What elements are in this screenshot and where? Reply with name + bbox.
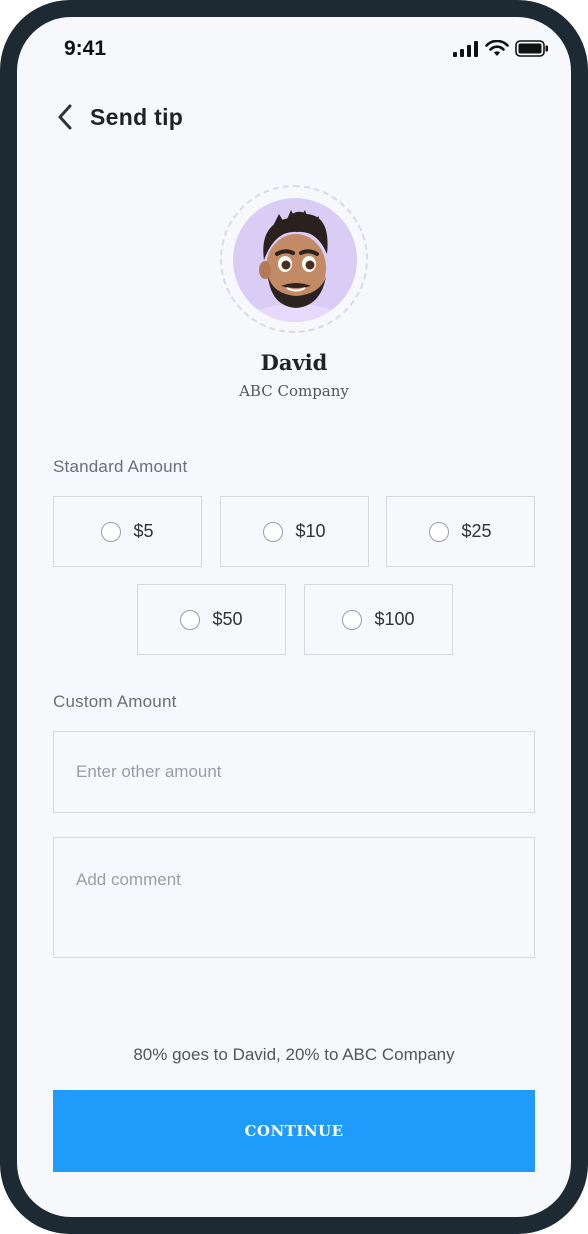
radio-icon[interactable] [342,609,363,630]
radio-icon[interactable] [429,521,450,542]
amount-option-25[interactable]: $25 [386,496,535,567]
chevron-left-icon [58,104,72,130]
amount-option-10[interactable]: $10 [220,496,369,567]
amount-option-label: $10 [295,521,326,541]
custom-amount-label: Custom Amount [53,692,177,711]
avatar-memoji-icon [249,210,341,322]
battery-icon [515,40,548,57]
radio-icon[interactable] [263,521,284,542]
amount-option-label: $5 [133,521,154,541]
standard-amount-label: Standard Amount [53,457,188,476]
amount-option-50[interactable]: $50 [137,584,286,655]
avatar [233,198,357,322]
status-icons [453,40,549,57]
radio-icon[interactable] [101,521,122,542]
status-time: 9:41 [64,37,107,60]
continue-button[interactable]: CONTINUE [53,1090,535,1172]
avatar-ring [220,185,368,333]
custom-amount-input[interactable] [53,731,535,813]
signal-icon [453,40,478,57]
profile-company: ABC Company [239,382,349,400]
amount-option-label: $100 [374,609,415,629]
header: Send tip [52,102,183,132]
back-button[interactable] [52,102,78,132]
app-screen: 9:41 Send tip David ABC Company Standard… [17,17,571,1217]
wifi-icon [485,40,509,56]
device-frame: 9:41 Send tip David ABC Company Standard… [0,0,588,1234]
page-title: Send tip [90,103,184,130]
amount-option-label: $50 [212,609,243,629]
split-note: 80% goes to David, 20% to ABC Company [133,1045,455,1064]
profile-name: David [260,350,328,375]
amount-option-label: $25 [461,521,492,541]
amount-option-100[interactable]: $100 [304,584,453,655]
comment-input[interactable] [53,837,535,958]
amount-option-5[interactable]: $5 [53,496,202,567]
radio-icon[interactable] [180,609,201,630]
